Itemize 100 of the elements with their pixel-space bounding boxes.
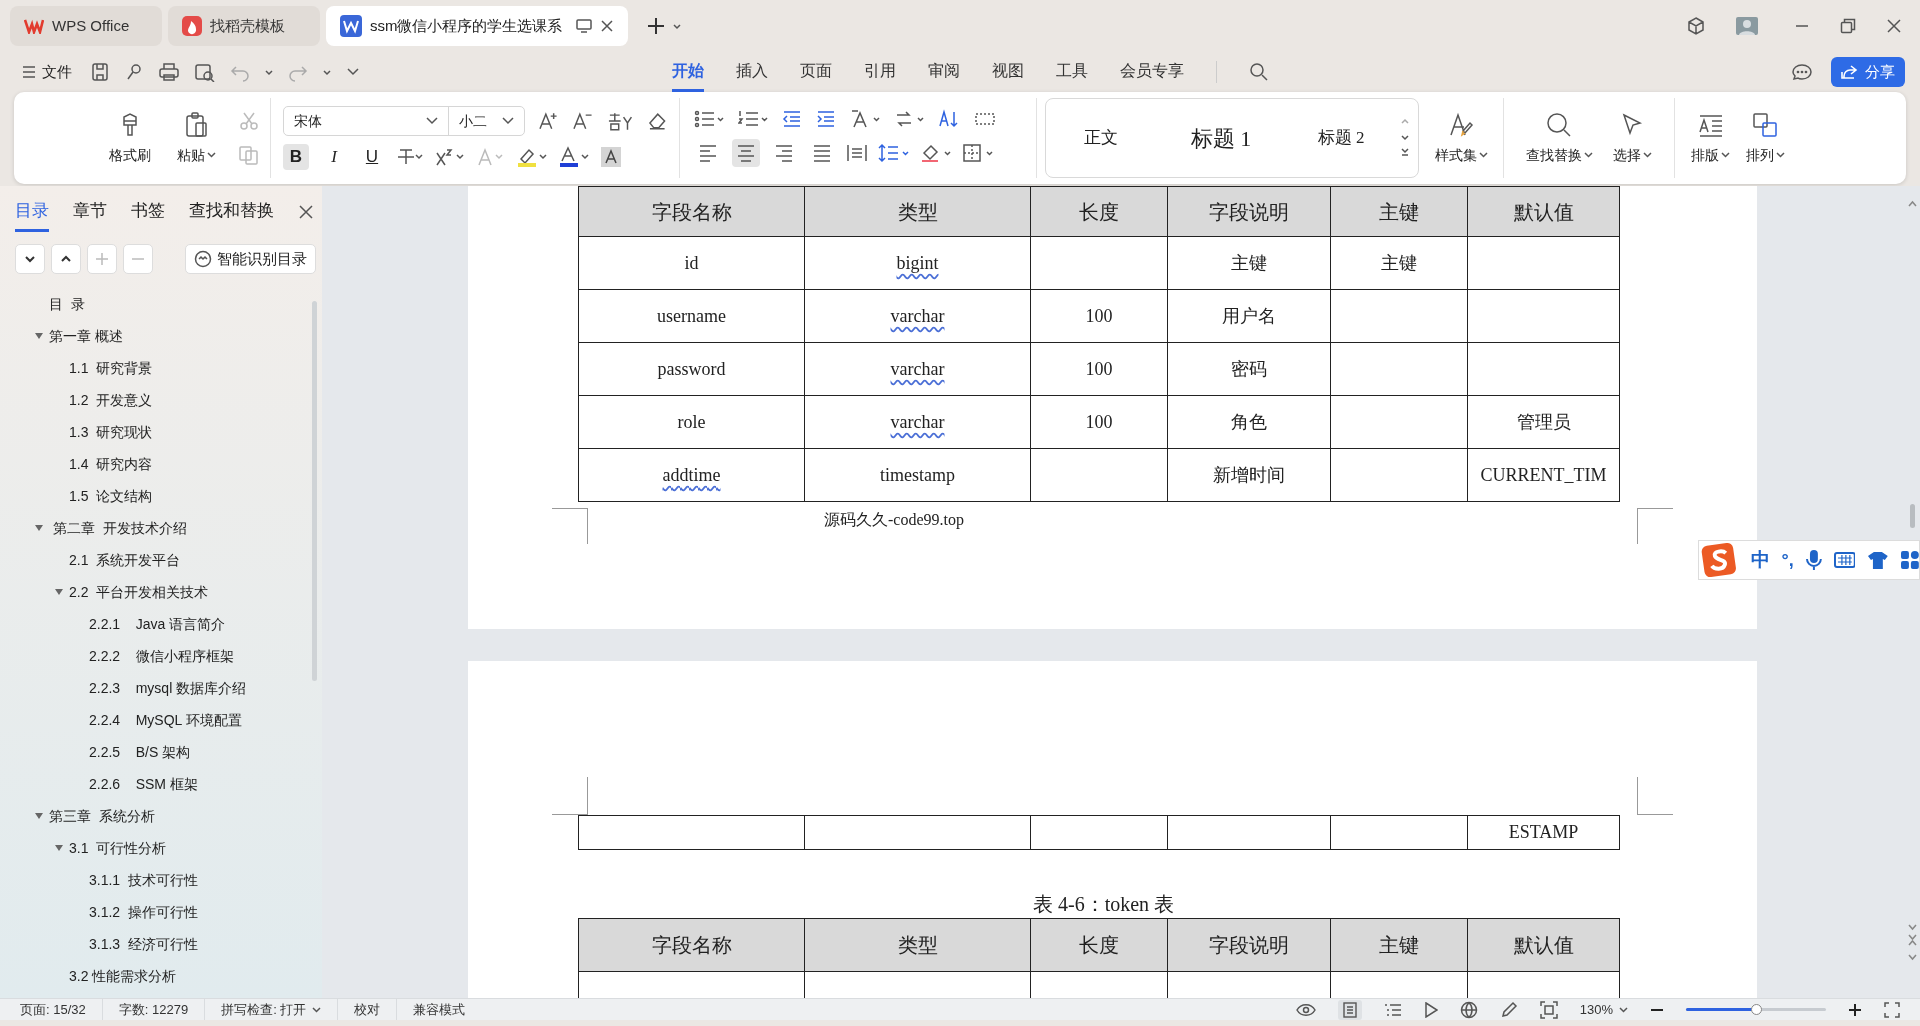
file-menu-button[interactable]: 文件: [22, 60, 72, 84]
format-button[interactable]: B: [283, 144, 309, 170]
ribbon-tab[interactable]: 审阅: [928, 52, 960, 92]
ribbon-button[interactable]: 排列: [1742, 110, 1789, 166]
ribbon-button[interactable]: 查找替换: [1522, 110, 1597, 166]
toc-item[interactable]: 2.2.2 微信小程序框架: [89, 645, 234, 667]
toc-item[interactable]: 3.1 可行性分析: [69, 837, 167, 859]
toc-item[interactable]: 1.5 论文结构: [69, 485, 153, 507]
monitor-icon[interactable]: [576, 19, 592, 33]
ribbon-button[interactable]: 排版: [1687, 110, 1734, 166]
slider-thumb[interactable]: [1751, 1004, 1762, 1015]
expanded-icon[interactable]: [34, 331, 44, 341]
app-tab[interactable]: ssm微信小程序的学生选课系: [326, 6, 628, 46]
format-button[interactable]: U: [359, 144, 385, 170]
plus-icon[interactable]: [646, 16, 666, 36]
keyboard-icon[interactable]: [1833, 552, 1856, 568]
sidebar-tab[interactable]: 书签: [131, 197, 165, 232]
font-color-icon[interactable]: [559, 146, 589, 168]
toc-item[interactable]: 2.1 系统开发平台: [69, 549, 181, 571]
toc-item[interactable]: 2.2 平台开发相关技术: [69, 581, 209, 603]
print-preview-icon[interactable]: [194, 62, 216, 82]
microphone-icon[interactable]: [1805, 549, 1822, 571]
toc-item[interactable]: 3.1.1 技术可行性: [89, 869, 198, 891]
border-icon[interactable]: [962, 143, 994, 163]
toc-item[interactable]: 1.4 研究内容: [69, 453, 153, 475]
expanded-icon[interactable]: [54, 587, 64, 597]
page-view-button[interactable]: [1337, 999, 1362, 1020]
style-option[interactable]: 标题 1: [1156, 121, 1286, 155]
toc-item[interactable]: 2.2.6 SSM 框架: [89, 773, 198, 795]
toc-item[interactable]: 1.1 研究背景: [69, 357, 153, 379]
punctuation-toggle[interactable]: °,: [1781, 546, 1794, 574]
toc-item[interactable]: 1.2 开发意义: [69, 389, 153, 411]
caret-icon[interactable]: [672, 21, 682, 31]
highlight-icon[interactable]: [517, 146, 547, 168]
outline-view-icon[interactable]: [1383, 1002, 1402, 1017]
close-icon[interactable]: [298, 204, 314, 220]
phonetic-icon[interactable]: [606, 111, 634, 131]
zoom-in-icon[interactable]: [1848, 1002, 1862, 1017]
toc-item[interactable]: 2.2.4 MySQL 环境配置: [89, 709, 242, 731]
toc-item[interactable]: 3.1.3 经济可行性: [89, 933, 198, 955]
text-direction-icon[interactable]: [850, 109, 880, 129]
grow-font-icon[interactable]: [539, 111, 559, 131]
format-button[interactable]: I: [321, 144, 347, 170]
ribbon-tab[interactable]: 页面: [800, 52, 832, 92]
save-icon[interactable]: [90, 62, 110, 82]
toc-item[interactable]: 目 录: [49, 293, 85, 315]
sidebar-tab[interactable]: 章节: [73, 197, 107, 232]
play-icon[interactable]: [1423, 1001, 1438, 1018]
ribbon-tab[interactable]: 会员专享: [1120, 52, 1184, 92]
app-tab[interactable]: WPS Office: [10, 6, 162, 46]
globe-icon[interactable]: [1459, 1000, 1478, 1019]
shirt-icon[interactable]: [1867, 551, 1890, 569]
spell-check-button[interactable]: 拼写检查: 打开: [205, 999, 339, 1020]
decrease-indent-icon[interactable]: [782, 109, 802, 129]
distributed-icon[interactable]: [846, 143, 868, 163]
scrollbar-thumb[interactable]: [1910, 504, 1915, 528]
numbered-list-icon[interactable]: [738, 109, 768, 129]
scroll-arrows-icon[interactable]: [1400, 117, 1410, 159]
sort-icon[interactable]: [938, 109, 960, 129]
proofread-button[interactable]: 校对: [338, 999, 398, 1020]
eye-icon[interactable]: [1295, 1002, 1316, 1017]
fullscreen-icon[interactable]: [1884, 1001, 1900, 1018]
smart-toc-button[interactable]: 智能识别目录: [185, 244, 316, 274]
more-icon[interactable]: [346, 67, 360, 77]
apps-grid-icon[interactable]: [1901, 551, 1919, 569]
chat-bubble-icon[interactable]: [1791, 63, 1813, 81]
cube-icon[interactable]: [1686, 16, 1706, 36]
collapse-down-button[interactable]: [15, 244, 45, 274]
app-tab[interactable]: 找稻壳模板: [168, 6, 320, 46]
ribbon-tab[interactable]: 视图: [992, 52, 1024, 92]
sidebar-tab[interactable]: 目录: [15, 197, 49, 232]
fit-page-icon[interactable]: [1539, 1000, 1558, 1019]
print-icon[interactable]: [158, 62, 180, 82]
caret-icon[interactable]: [264, 67, 274, 77]
ribbon-tab[interactable]: 插入: [736, 52, 768, 92]
expanded-icon[interactable]: [54, 843, 64, 853]
pen-icon[interactable]: [1499, 1000, 1518, 1019]
close-icon[interactable]: [1886, 18, 1902, 34]
ribbon-button[interactable]: 格式刷: [105, 110, 155, 166]
toc-item[interactable]: 第二章 开发技术介绍: [49, 517, 187, 539]
ribbon-tab[interactable]: 引用: [864, 52, 896, 92]
close-icon[interactable]: [600, 19, 614, 33]
align-center-button[interactable]: [732, 139, 760, 167]
style-option[interactable]: 标题 2: [1286, 125, 1396, 151]
toc-item[interactable]: 3.1.2 操作可行性: [89, 901, 198, 923]
bullet-list-icon[interactable]: [694, 109, 724, 129]
eraser-icon[interactable]: [647, 111, 667, 131]
toc-item[interactable]: 2.2.5 B/S 架构: [89, 741, 191, 763]
toc-item[interactable]: 第一章 概述: [49, 325, 123, 347]
caret-icon[interactable]: [322, 67, 332, 77]
strikethrough-icon[interactable]: [397, 147, 423, 167]
restore-icon[interactable]: [1840, 18, 1856, 34]
shading-icon[interactable]: [920, 143, 952, 163]
swap-icon[interactable]: [894, 109, 924, 129]
superscript-icon[interactable]: [435, 147, 465, 167]
ribbon-tab[interactable]: 工具: [1056, 52, 1088, 92]
ribbon-button[interactable]: 选择: [1609, 110, 1656, 166]
ribbon-button[interactable]: 样式集: [1430, 110, 1492, 166]
increase-indent-icon[interactable]: [816, 109, 836, 129]
toc-item[interactable]: 1.3 研究现状: [69, 421, 153, 443]
